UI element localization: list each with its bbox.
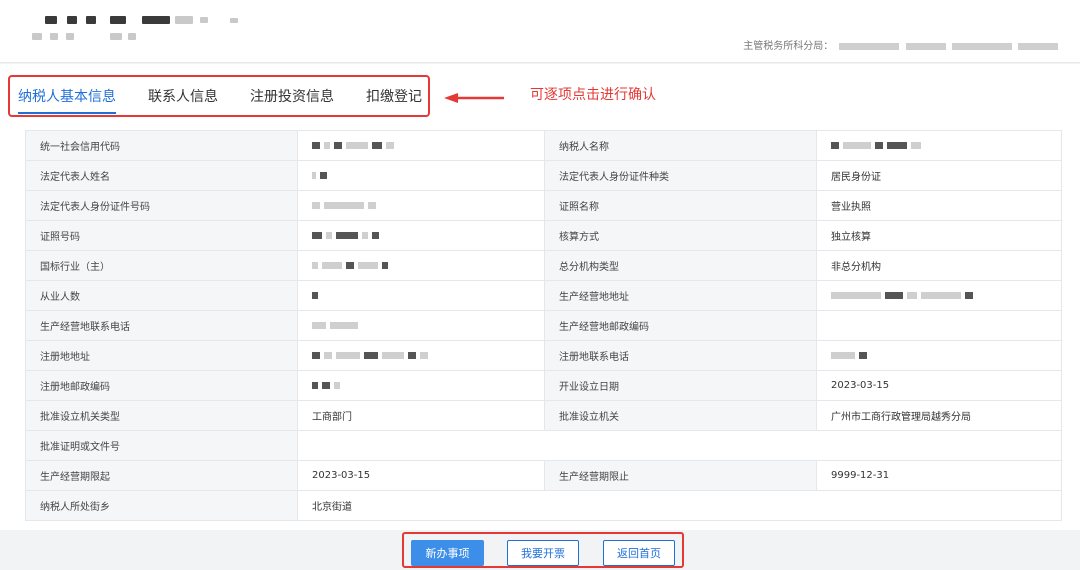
redacted-tax-office: [839, 42, 900, 50]
tax-office-label: 主管税务所科分局：: [743, 41, 834, 52]
field-label: 国标行业（主）: [25, 250, 298, 281]
table-row: 生产经营期限起 2023-03-15 生产经营期限止 9999-12-31: [25, 460, 1062, 491]
field-value: [297, 430, 1062, 461]
field-label: 法定代表人身份证件种类: [544, 160, 817, 191]
field-value: 独立核算: [816, 220, 1062, 251]
field-label: 纳税人所处街乡: [25, 490, 298, 521]
table-row: 批准证明或文件号: [25, 430, 1062, 461]
field-value: 2023-03-15: [816, 370, 1062, 401]
field-value-redacted: [816, 280, 1062, 311]
field-label: 总分机构类型: [544, 250, 817, 281]
field-value-redacted: [297, 280, 545, 311]
page-header: 主管税务所科分局：: [0, 0, 1080, 63]
field-label: 核算方式: [544, 220, 817, 251]
table-row: 国标行业（主） 总分机构类型 非总分机构: [25, 250, 1062, 281]
main-panel: 纳税人基本信息 联系人信息 注册投资信息 扣缴登记 可逐项点击进行确认 统一社会…: [0, 64, 1080, 530]
field-value: [816, 310, 1062, 341]
field-value-redacted: [816, 340, 1062, 371]
new-item-button[interactable]: 新办事项: [411, 540, 484, 566]
field-label: 法定代表人身份证件号码: [25, 190, 298, 221]
field-label: 统一社会信用代码: [25, 130, 298, 161]
field-label: 批准证明或文件号: [25, 430, 298, 461]
field-value-redacted: [297, 370, 545, 401]
field-value: 营业执照: [816, 190, 1062, 221]
tax-office-info: 主管税务所科分局：: [743, 37, 1058, 52]
back-home-button[interactable]: 返回首页: [603, 540, 675, 566]
table-row: 纳税人所处街乡 北京街道: [25, 490, 1062, 521]
table-row: 从业人数 生产经营地地址: [25, 280, 1062, 311]
field-value-redacted: [297, 130, 545, 161]
field-label: 生产经营期限止: [544, 460, 817, 491]
field-value-redacted: [816, 130, 1062, 161]
field-label: 注册地邮政编码: [25, 370, 298, 401]
annotation-text: 可逐项点击进行确认: [530, 87, 656, 103]
field-value: 非总分机构: [816, 250, 1062, 281]
table-row: 法定代表人身份证件号码 证照名称 营业执照: [25, 190, 1062, 221]
table-row: 统一社会信用代码 纳税人名称: [25, 130, 1062, 161]
field-value: 工商部门: [297, 400, 545, 431]
field-label: 证照名称: [544, 190, 817, 221]
taxpayer-info-table: 统一社会信用代码 纳税人名称 法定代表人姓名 法定代表人身份证件种类 居民身份证…: [25, 130, 1062, 521]
field-label: 生产经营地邮政编码: [544, 310, 817, 341]
field-label: 注册地联系电话: [544, 340, 817, 371]
field-label: 批准设立机关: [544, 400, 817, 431]
field-label: 开业设立日期: [544, 370, 817, 401]
table-row: 证照号码 核算方式 独立核算: [25, 220, 1062, 251]
table-row: 法定代表人姓名 法定代表人身份证件种类 居民身份证: [25, 160, 1062, 191]
field-label: 批准设立机关类型: [25, 400, 298, 431]
field-label: 纳税人名称: [544, 130, 817, 161]
field-value: 9999-12-31: [816, 460, 1062, 491]
field-value: 居民身份证: [816, 160, 1062, 191]
field-label: 生产经营地联系电话: [25, 310, 298, 341]
table-row: 注册地地址 注册地联系电话: [25, 340, 1062, 371]
table-row: 生产经营地联系电话 生产经营地邮政编码: [25, 310, 1062, 341]
field-value-redacted: [297, 310, 545, 341]
field-label: 从业人数: [25, 280, 298, 311]
field-label: 生产经营地地址: [544, 280, 817, 311]
field-value-redacted: [297, 190, 545, 221]
field-label: 证照号码: [25, 220, 298, 251]
field-label: 注册地地址: [25, 340, 298, 371]
issue-invoice-button[interactable]: 我要开票: [507, 540, 579, 566]
field-value-redacted: [297, 160, 545, 191]
table-row: 注册地邮政编码 开业设立日期 2023-03-15: [25, 370, 1062, 401]
field-value: 2023-03-15: [297, 460, 545, 491]
field-value-redacted: [297, 250, 545, 281]
field-value-redacted: [297, 220, 545, 251]
field-label: 生产经营期限起: [25, 460, 298, 491]
table-row: 批准设立机关类型 工商部门 批准设立机关 广州市工商行政管理局越秀分局: [25, 400, 1062, 431]
field-value-redacted: [297, 340, 545, 371]
tabs-highlight-box: [8, 75, 430, 117]
arrow-left-icon: [444, 93, 504, 103]
field-label: 法定代表人姓名: [25, 160, 298, 191]
field-value: 北京街道: [297, 490, 1062, 521]
field-value: 广州市工商行政管理局越秀分局: [816, 400, 1062, 431]
